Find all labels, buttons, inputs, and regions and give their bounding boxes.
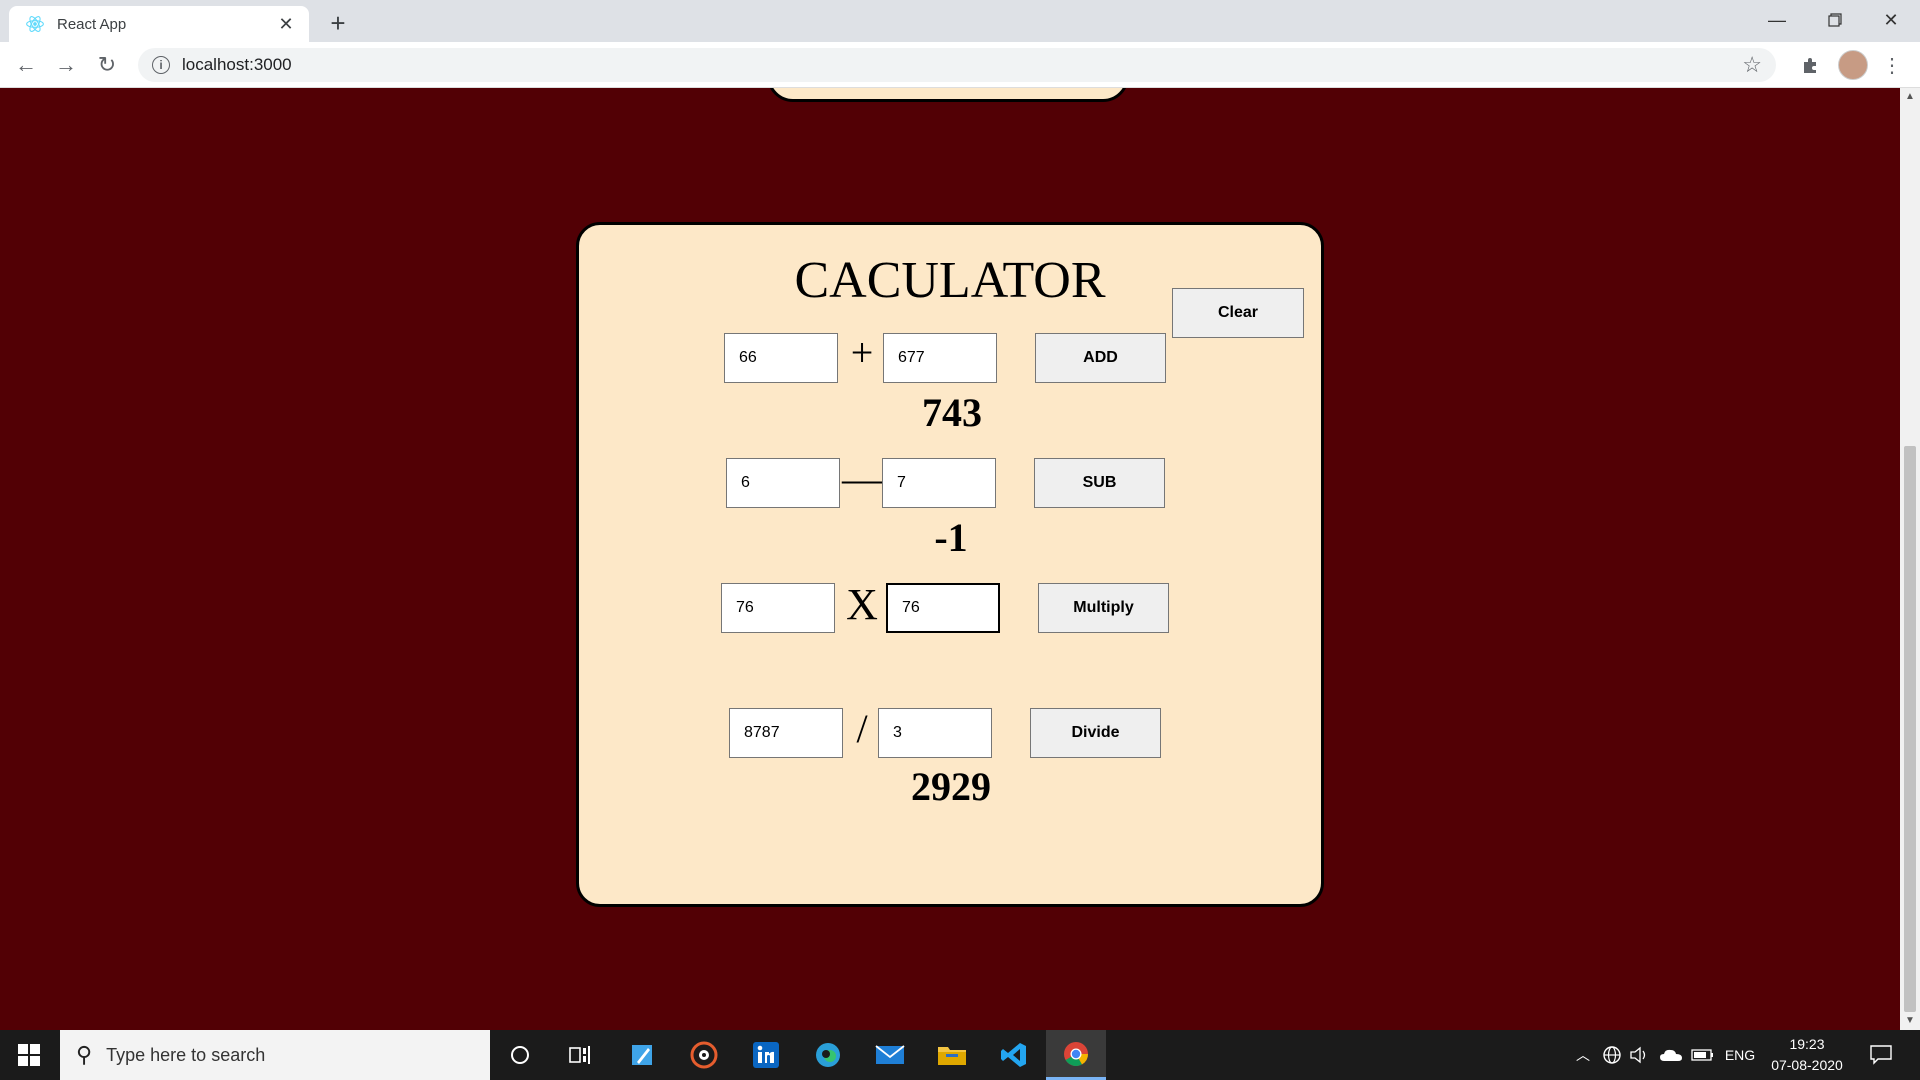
add-operand-b-input[interactable] (883, 333, 997, 383)
div-operand-b-input[interactable] (878, 708, 992, 758)
scroll-down-arrow[interactable]: ▼ (1900, 1012, 1920, 1030)
clear-button[interactable]: Clear (1172, 288, 1304, 338)
forward-icon[interactable]: → (52, 51, 80, 79)
onedrive-icon[interactable] (1658, 1030, 1684, 1080)
file-explorer-icon[interactable] (922, 1030, 982, 1080)
network-icon[interactable] (1600, 1030, 1624, 1080)
tab-strip: React App ✕ + — ✕ (0, 0, 1920, 42)
media-player-icon[interactable] (674, 1030, 734, 1080)
battery-icon[interactable] (1690, 1030, 1716, 1080)
react-icon (26, 16, 44, 32)
window-close-icon[interactable]: ✕ (1862, 0, 1920, 40)
browser-tab-react-app[interactable]: React App ✕ (9, 6, 309, 42)
chrome-icon[interactable] (1046, 1030, 1106, 1080)
previous-card-bottom (767, 88, 1129, 102)
minus-sign: — (842, 456, 882, 501)
sub-button[interactable]: SUB (1034, 458, 1165, 508)
cortana-icon[interactable] (490, 1030, 550, 1080)
url-text[interactable]: localhost:3000 (182, 55, 1742, 75)
tab-title: React App (57, 15, 127, 33)
plus-sign: + (850, 330, 874, 375)
sub-operand-b-input[interactable] (882, 458, 996, 508)
clock-time: 19:23 (1789, 1036, 1825, 1052)
restore-icon[interactable] (1806, 0, 1864, 40)
bookmark-star-icon[interactable]: ☆ (1742, 52, 1762, 78)
add-operand-a-input[interactable] (724, 333, 838, 383)
task-view-icon[interactable] (550, 1030, 610, 1080)
sub-operand-a-input[interactable] (726, 458, 840, 508)
notifications-icon[interactable] (1866, 1030, 1896, 1080)
tray-chevron-icon[interactable]: ︿ (1572, 1030, 1594, 1080)
taskbar-search-box[interactable]: ⚲ Type here to search (60, 1030, 490, 1080)
language-indicator[interactable]: ENG (1722, 1030, 1758, 1080)
mul-operand-a-input[interactable] (721, 583, 835, 633)
calculator-card: CACULATOR Clear + ADD 743 — SUB -1 X Mul… (576, 222, 1324, 907)
browser-toolbar: ← → ↻ i localhost:3000 ☆ ⋮ (0, 42, 1920, 88)
extensions-icon[interactable] (1796, 50, 1826, 80)
div-result: 2929 (911, 764, 991, 809)
system-clock[interactable]: 19:23 07-08-2020 (1762, 1034, 1852, 1076)
multiply-button[interactable]: Multiply (1038, 583, 1169, 633)
windows-start-icon[interactable] (0, 1030, 58, 1080)
divide-button[interactable]: Divide (1030, 708, 1161, 758)
sub-result: -1 (934, 515, 968, 560)
minimize-icon[interactable]: — (1748, 0, 1806, 40)
div-operand-a-input[interactable] (729, 708, 843, 758)
search-placeholder[interactable]: Type here to search (106, 1045, 265, 1066)
notepad-icon[interactable] (612, 1030, 672, 1080)
edge-icon[interactable] (798, 1030, 858, 1080)
multiply-sign: X (846, 580, 878, 629)
new-tab-icon[interactable]: + (324, 8, 352, 39)
clock-date: 07-08-2020 (1771, 1057, 1843, 1073)
profile-avatar[interactable] (1838, 50, 1868, 80)
vertical-scrollbar[interactable]: ▲ ▼ (1900, 88, 1920, 1030)
close-icon[interactable]: ✕ (275, 14, 297, 35)
scrollbar-thumb[interactable] (1904, 446, 1916, 1012)
info-icon[interactable]: i (152, 56, 170, 74)
volume-icon[interactable] (1628, 1030, 1652, 1080)
address-bar[interactable]: i localhost:3000 ☆ (138, 48, 1776, 82)
divide-sign: / (856, 706, 868, 751)
search-icon: ⚲ (76, 1042, 93, 1067)
back-icon[interactable]: ← (12, 51, 40, 79)
page-viewport: CACULATOR Clear + ADD 743 — SUB -1 X Mul… (0, 88, 1900, 1030)
add-button[interactable]: ADD (1035, 333, 1166, 383)
mail-icon[interactable] (860, 1030, 920, 1080)
add-result: 743 (922, 390, 982, 435)
scroll-up-arrow[interactable]: ▲ (1900, 88, 1920, 106)
windows-taskbar: ⚲ Type here to search ︿ ENG 19:23 07-08-… (0, 1030, 1920, 1080)
vscode-icon[interactable] (984, 1030, 1044, 1080)
menu-dots-icon[interactable]: ⋮ (1880, 50, 1904, 80)
mul-operand-b-input[interactable] (886, 583, 1000, 633)
linkedin-icon[interactable] (736, 1030, 796, 1080)
reload-icon[interactable]: ↻ (93, 51, 121, 79)
